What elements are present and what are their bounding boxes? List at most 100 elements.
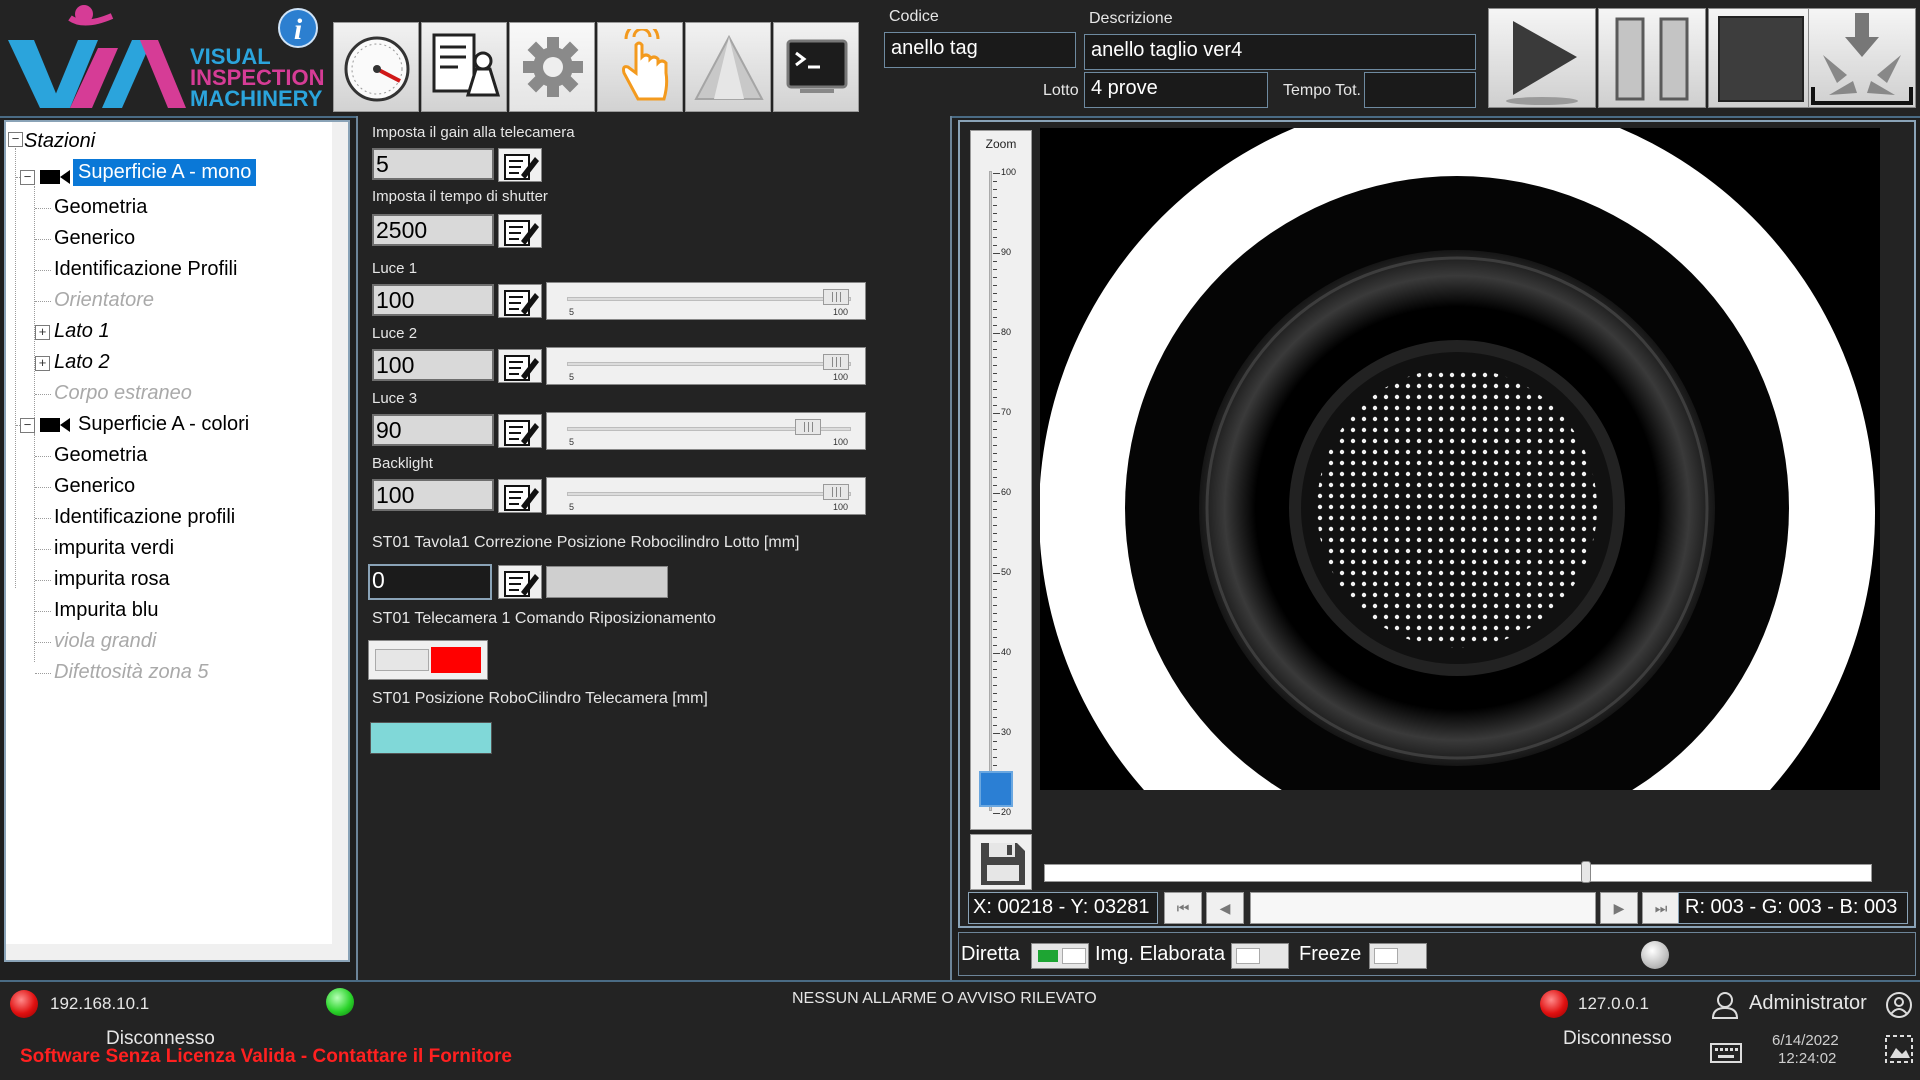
view-mode-bar: Diretta Img. Elaborata Freeze bbox=[958, 932, 1916, 976]
slider-thumb[interactable] bbox=[823, 484, 849, 500]
station1-collapse-toggle[interactable]: − bbox=[20, 170, 35, 185]
slider-thumb[interactable] bbox=[823, 354, 849, 370]
zoom-tick-mark bbox=[993, 309, 997, 310]
tree-connector bbox=[35, 611, 51, 612]
first-frame-button[interactable]: ⏮ bbox=[1164, 892, 1202, 924]
luce1-slider[interactable]: 5 100 bbox=[546, 282, 866, 320]
tree-item-lato-1[interactable]: Lato 1 bbox=[54, 320, 110, 343]
zoom-tick-mark bbox=[993, 221, 997, 222]
save-image-button[interactable] bbox=[970, 834, 1032, 890]
tree-item-orientatore[interactable]: Orientatore bbox=[54, 289, 154, 312]
tree-item-generico-colori[interactable]: Generico bbox=[54, 475, 135, 498]
settings-button[interactable] bbox=[509, 22, 595, 112]
tree-item-impurita-blu[interactable]: Impurita blu bbox=[54, 599, 159, 622]
recipe-edit-button[interactable] bbox=[421, 22, 507, 112]
tree-item-difettosita-zona-5[interactable]: Difettosità zona 5 bbox=[54, 661, 209, 684]
tempo-field[interactable] bbox=[1364, 72, 1476, 108]
backlight-slider[interactable]: 5 100 bbox=[546, 477, 866, 515]
freeze-toggle[interactable] bbox=[1369, 943, 1427, 969]
luce3-edit-button[interactable] bbox=[498, 414, 542, 448]
luce2-input[interactable]: 100 bbox=[372, 349, 494, 381]
reset-button[interactable] bbox=[1808, 8, 1916, 108]
luce1-edit-button[interactable] bbox=[498, 284, 542, 318]
codice-field[interactable]: anello tag bbox=[884, 32, 1076, 68]
info-icon[interactable]: i bbox=[278, 8, 318, 48]
root-collapse-toggle[interactable]: − bbox=[8, 132, 23, 147]
descrizione-label: Descrizione bbox=[1089, 10, 1173, 27]
backlight-input[interactable]: 100 bbox=[372, 479, 494, 511]
tree-item-geometria[interactable]: Geometria bbox=[54, 196, 147, 219]
luce3-slider[interactable]: 5 100 bbox=[546, 412, 866, 450]
backlight-edit-button[interactable] bbox=[498, 479, 542, 513]
shutter-edit-button[interactable] bbox=[498, 214, 542, 248]
pause-button[interactable] bbox=[1598, 8, 1706, 108]
tree-station-superficie-a-colori[interactable]: Superficie A - colori bbox=[78, 413, 249, 436]
zoom-tick-mark bbox=[993, 429, 997, 430]
luce3-input[interactable]: 90 bbox=[372, 414, 494, 446]
tree-vertical-scrollbar[interactable] bbox=[332, 122, 348, 960]
edit-icon bbox=[504, 571, 539, 597]
correzione-readout bbox=[546, 566, 668, 598]
elaborata-toggle[interactable] bbox=[1231, 943, 1289, 969]
last-frame-button[interactable]: ⏭ bbox=[1642, 892, 1680, 924]
luce1-input[interactable]: 100 bbox=[372, 284, 494, 316]
frame-slider-knob[interactable] bbox=[1581, 861, 1591, 883]
descrizione-field[interactable]: anello taglio ver4 bbox=[1084, 34, 1476, 70]
riposizionamento-toggle[interactable] bbox=[368, 640, 488, 680]
gain-label: Imposta il gain alla telecamera bbox=[372, 124, 575, 141]
play-button[interactable] bbox=[1488, 8, 1596, 108]
zoom-tick-mark bbox=[993, 381, 997, 382]
tree-item-geometria-colori[interactable]: Geometria bbox=[54, 444, 147, 467]
zoom-tick-mark bbox=[993, 765, 997, 766]
station2-collapse-toggle[interactable]: − bbox=[20, 418, 35, 433]
slider-thumb[interactable] bbox=[795, 419, 821, 435]
tree-station-superficie-a-mono[interactable]: Superficie A - mono bbox=[73, 159, 257, 186]
tree-item-generico[interactable]: Generico bbox=[54, 227, 135, 250]
manual-control-button[interactable] bbox=[597, 22, 683, 112]
luce2-edit-button[interactable] bbox=[498, 349, 542, 383]
luce2-slider[interactable]: 5 100 bbox=[546, 347, 866, 385]
console-button[interactable] bbox=[773, 22, 859, 112]
lato1-expand-toggle[interactable]: + bbox=[35, 325, 50, 340]
logged-user[interactable]: Administrator bbox=[1749, 992, 1867, 1015]
keyboard-icon[interactable] bbox=[1710, 1042, 1742, 1064]
user-settings-icon[interactable] bbox=[1884, 990, 1914, 1020]
alarms-button[interactable] bbox=[685, 22, 771, 112]
correzione-input[interactable]: 0 bbox=[368, 564, 492, 600]
stop-button[interactable] bbox=[1708, 8, 1816, 108]
correzione-edit-button[interactable] bbox=[498, 565, 542, 599]
lotto-label: Lotto bbox=[1043, 82, 1079, 99]
frame-slider[interactable] bbox=[1044, 861, 1872, 883]
diretta-toggle[interactable] bbox=[1031, 943, 1089, 969]
frame-nav-track[interactable] bbox=[1250, 892, 1596, 924]
lato2-expand-toggle[interactable]: + bbox=[35, 356, 50, 371]
next-frame-button[interactable]: ▶ bbox=[1600, 892, 1638, 924]
zoom-tick-mark bbox=[993, 269, 997, 270]
tree-item-identificazione-profili[interactable]: Identificazione Profili bbox=[54, 258, 237, 281]
screenshot-icon[interactable] bbox=[1884, 1034, 1914, 1064]
lotto-field[interactable]: 4 prove bbox=[1084, 72, 1268, 108]
zoom-tick-mark bbox=[993, 693, 997, 694]
zoom-tick-mark bbox=[993, 725, 997, 726]
tree-root-stazioni[interactable]: Stazioni bbox=[24, 130, 95, 153]
tree-item-impurita-verdi[interactable]: impurita verdi bbox=[54, 537, 174, 560]
zoom-slider[interactable]: Zoom 100 90 80 70 60 50 40 30 20 bbox=[970, 130, 1032, 830]
tree-item-corpo-estraneo[interactable]: Corpo estraneo bbox=[54, 382, 192, 405]
slider-thumb[interactable] bbox=[823, 289, 849, 305]
gain-input[interactable]: 5 bbox=[372, 148, 494, 180]
backlight-label: Backlight bbox=[372, 455, 433, 472]
camera-settings-panel: Imposta il gain alla telecamera 5 Impost… bbox=[356, 116, 952, 980]
tree-item-viola-grandi[interactable]: viola grandi bbox=[54, 630, 156, 653]
prev-frame-button[interactable]: ◀ bbox=[1206, 892, 1244, 924]
zoom-thumb[interactable] bbox=[979, 771, 1013, 807]
tree-item-impurita-rosa[interactable]: impurita rosa bbox=[54, 568, 170, 591]
camera-image[interactable] bbox=[1040, 128, 1880, 790]
slider-track bbox=[567, 297, 851, 301]
shutter-input[interactable]: 2500 bbox=[372, 214, 494, 246]
gain-edit-button[interactable] bbox=[498, 148, 542, 182]
tree-item-lato-2[interactable]: Lato 2 bbox=[54, 351, 110, 374]
dashboard-button[interactable] bbox=[333, 22, 419, 112]
tree-item-identificazione-profili-colori[interactable]: Identificazione profili bbox=[54, 506, 235, 529]
tree-horizontal-scrollbar[interactable] bbox=[6, 944, 332, 960]
zoom-label: Zoom bbox=[985, 137, 1017, 151]
